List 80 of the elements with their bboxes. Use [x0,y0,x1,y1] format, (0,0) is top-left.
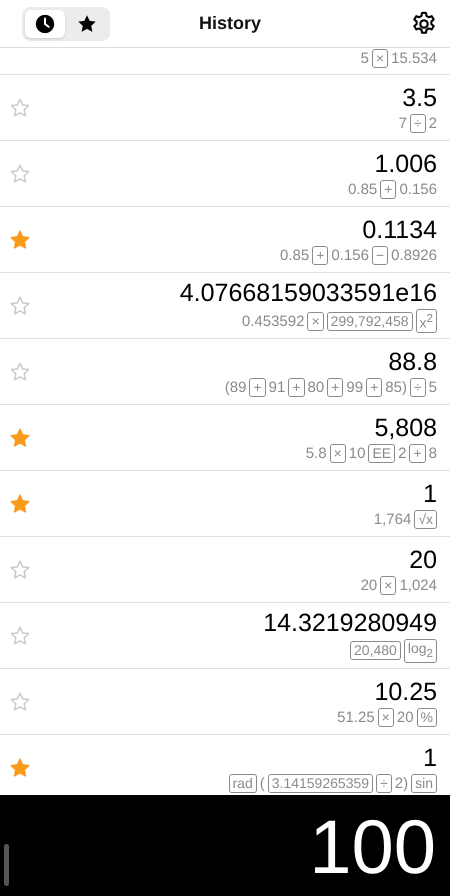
operand: 85) [385,378,407,396]
operand: 20 [396,708,414,726]
operand: 0.8926 [391,246,437,264]
key-label: rad [228,774,257,792]
key-label: + [288,378,305,396]
result-value: 1 [423,742,437,772]
favorite-star-icon[interactable] [9,690,31,712]
key-label: + [409,444,426,462]
operand: 1,764 [374,510,412,528]
result-value: 1.006 [374,148,437,178]
display-value: 100 [309,806,436,890]
key-label: ÷ [410,114,426,132]
favorite-star-icon[interactable] [9,360,31,382]
key-label: √x [414,510,437,528]
result-value: 4.07668159033591e16 [180,278,437,308]
operand: 2) [394,774,408,792]
operand: 8 [428,444,437,462]
key-label: log$_{2}$ [404,639,437,663]
key-label: × [372,49,388,68]
result-value: 10.25 [374,676,437,706]
key-label: sin [411,774,437,792]
operand: 80 [308,378,324,396]
clock-icon [34,12,56,34]
key-label: x$^{2}$ [416,309,437,333]
operand: 20 [360,576,378,594]
operand: 0.85 [280,246,310,264]
result-value: 5,808 [374,412,437,442]
key-label: + [366,378,382,396]
operand: 0.156 [399,180,437,198]
result-value: 88.8 [388,346,437,376]
operand: (89 [224,378,246,396]
key-label: 20,480 [350,641,401,660]
tab[interactable] [25,10,65,38]
operand: 91 [268,378,286,396]
operand: 5 [360,50,369,67]
operand: 99 [346,378,364,396]
result-value: 14.3219280949 [263,608,437,638]
key-label: % [416,708,437,726]
favorite-star-icon[interactable] [9,492,31,514]
favorite-star-icon[interactable] [9,426,31,448]
key-label: 3.14159265359 [268,774,374,792]
key-label: ÷ [376,774,392,792]
favorite-star-icon[interactable] [9,624,31,646]
key-label: + [380,180,396,198]
operand: 7 [398,114,407,132]
key-label: × [307,312,324,330]
operand: ( [260,774,265,792]
key-label: × [378,708,394,726]
operand: 2 [428,114,437,132]
operand: 5.8 [306,444,327,462]
cursor-bar [4,844,9,886]
favorite-star-icon[interactable] [9,558,31,580]
favorite-star-icon[interactable] [9,228,31,250]
operand: 0.85 [348,180,378,198]
result-value: 1 [423,478,437,508]
favorite-star-icon[interactable] [9,756,31,778]
key-label: + [327,378,344,396]
operand: 15.534 [391,50,437,67]
operand: 2 [398,444,406,462]
key-label: − [372,246,388,264]
key-label: 299,792,458 [326,312,413,330]
operand: 5 [428,378,437,396]
operand: 0.156 [331,246,369,264]
result-value: 0.1134 [362,214,437,244]
key-label: + [249,378,266,396]
key-label: × [330,444,346,462]
operand: 10 [348,444,366,462]
operand: 0.453592 [242,312,304,330]
favorite-star-icon[interactable] [9,294,31,316]
result-value: 3.5 [402,82,437,112]
key-label: × [380,576,396,594]
favorite-star-icon[interactable] [9,96,31,118]
operand: 1,024 [399,576,437,594]
favorite-star-icon[interactable] [9,162,31,184]
operand: 51.25 [337,708,375,726]
key-label: + [312,246,328,264]
result-value: 20 [409,544,437,574]
page-title: History [198,13,261,34]
key-label: EE [368,444,396,462]
key-label: ÷ [410,378,426,396]
